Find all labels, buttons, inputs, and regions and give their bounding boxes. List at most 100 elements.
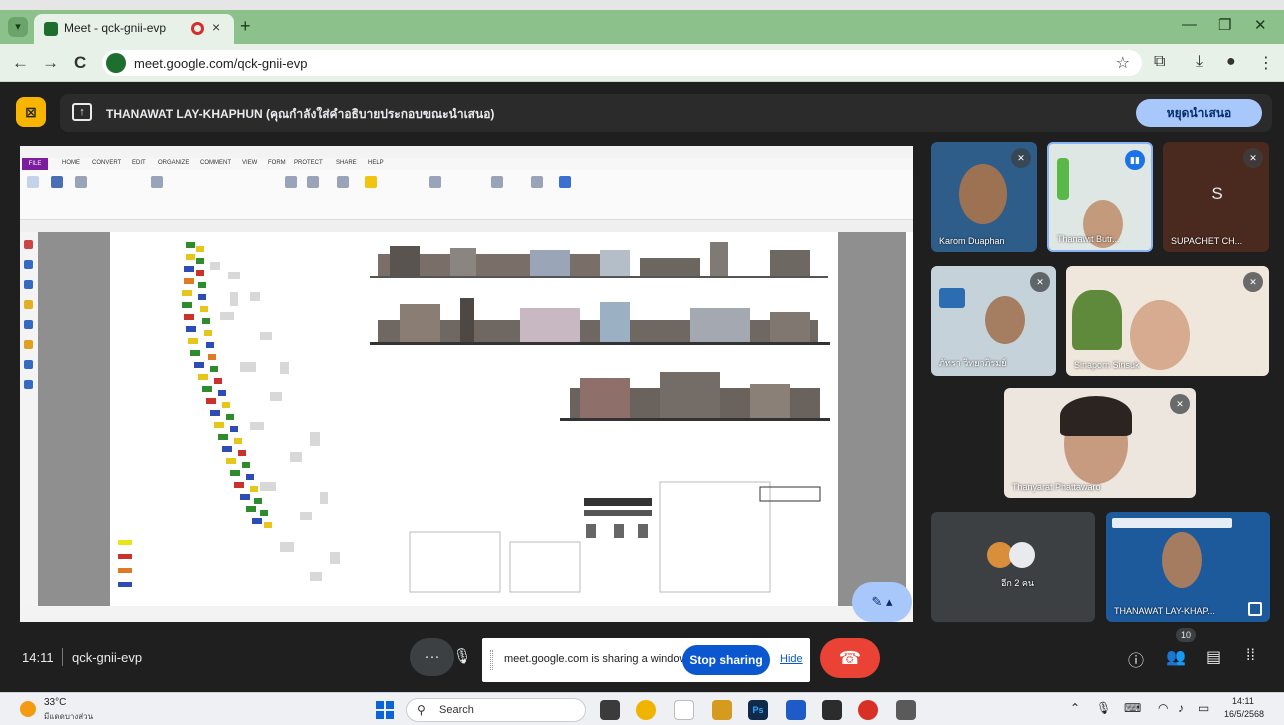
ribbon-tab-comment: COMMENT: [200, 160, 231, 166]
window-minimize-button[interactable]: —: [1182, 16, 1197, 33]
bookmark-panel-icon: [24, 240, 33, 249]
word-app-icon[interactable]: [786, 700, 806, 720]
participant-name: THANAWAT LAY-KHAP...: [1114, 606, 1215, 616]
self-view-minimize-icon[interactable]: [1248, 602, 1262, 616]
ribbon-tab-file: FILE: [22, 158, 48, 170]
menu-kebab-icon[interactable]: ⋮: [1258, 53, 1274, 73]
participant-name: Thanyarat Phattawaro: [1012, 482, 1101, 492]
activities-icon[interactable]: ⁞⁞: [1246, 647, 1255, 665]
ribbon-tab-convert: CONVERT: [92, 160, 122, 166]
browser-tab-meet[interactable]: Meet - qck-gnii-evp ×: [34, 14, 234, 44]
hide-link[interactable]: Hide: [780, 653, 803, 665]
leave-call-button[interactable]: ☎: [820, 638, 880, 678]
back-icon[interactable]: ←: [12, 53, 29, 73]
participant-video: [1060, 396, 1132, 436]
volume-icon[interactable]: ♪: [1178, 701, 1184, 715]
wifi-icon[interactable]: ◠: [1158, 701, 1168, 715]
presenting-badge-icon[interactable]: ⊠: [16, 97, 46, 127]
pdf-app-icon[interactable]: [858, 700, 878, 720]
browser-tab-strip: ▾ Meet - qck-gnii-evp × + — ❐ ✕: [0, 10, 1284, 44]
window-restore-button[interactable]: ❐: [1218, 16, 1231, 34]
photoshop-app-icon[interactable]: Ps: [748, 700, 768, 720]
tab-close-icon[interactable]: ×: [212, 19, 220, 35]
tray-chevron-icon[interactable]: ⌃: [1070, 701, 1080, 715]
shared-app-status-bar: [20, 606, 913, 622]
drag-handle-icon[interactable]: [490, 650, 493, 670]
mic-off-icon: ✕: [1243, 272, 1263, 292]
participant-video: [959, 164, 1007, 224]
street-elevation-figure: [370, 242, 830, 593]
share-message: meet.google.com is sharing a window.: [504, 653, 690, 665]
ribbon-tab-view: VIEW: [242, 160, 258, 166]
divider: [62, 648, 63, 666]
bookmark-star-icon[interactable]: ☆: [1116, 53, 1130, 73]
pages-panel-icon: [24, 260, 33, 269]
participant-count-badge: 10: [1176, 628, 1196, 642]
file-app-icon[interactable]: [674, 700, 694, 720]
participant-tile[interactable]: ✕ Karom Duaphan: [931, 142, 1037, 252]
app-icon[interactable]: [822, 700, 842, 720]
presentation-banner: ↑ THANAWAT LAY-KHAPHUN (คุณกำลังใส่คำอธิ…: [60, 94, 1272, 132]
new-tab-button[interactable]: +: [240, 16, 251, 37]
download-icon[interactable]: ⤓: [1196, 53, 1203, 71]
shared-app-titlebar: [20, 146, 913, 158]
shared-document-page: [110, 232, 838, 606]
participant-tile[interactable]: ✕ Thanyarat Phattawaro: [1004, 388, 1196, 498]
tab-title: Meet - qck-gnii-evp: [64, 21, 167, 35]
search-icon: ⚲: [417, 703, 426, 717]
taskbar-search-box[interactable]: ⚲ Search: [406, 698, 586, 722]
participant-video: [985, 296, 1025, 344]
windows-start-icon[interactable]: [376, 701, 394, 719]
taskbar-clock-date[interactable]: 16/5/2568: [1224, 709, 1264, 719]
screen-share-notification: meet.google.com is sharing a window. Sto…: [482, 638, 810, 682]
ribbon-tab-home: HOME: [62, 160, 80, 166]
weather-temperature: 33°C: [44, 697, 67, 708]
microphone-icon[interactable]: 🎙: [444, 638, 480, 676]
meeting-time: 14:11: [22, 650, 54, 665]
tray-microphone-icon[interactable]: 🎙: [1096, 701, 1111, 715]
reload-icon[interactable]: C: [74, 53, 86, 73]
participant-tile[interactable]: ✕ ภัทรา วิทยาภิรมย์: [931, 266, 1056, 376]
security-panel-icon: [24, 340, 33, 349]
annotation-pen-button[interactable]: ✎ ▴: [852, 582, 912, 622]
chat-icon[interactable]: ▤: [1206, 647, 1221, 667]
recording-indicator-icon: [191, 22, 204, 35]
chrome-app-icon[interactable]: [636, 700, 656, 720]
ribbon-link-icon: [526, 176, 548, 190]
stop-presenting-button[interactable]: หยุดนำเสนอ: [1136, 99, 1262, 127]
battery-icon[interactable]: ▭: [1198, 701, 1209, 715]
people-icon[interactable]: 👥: [1166, 647, 1186, 667]
ribbon-highlight-icon: [360, 176, 382, 190]
ribbon-edit-object-icon: [302, 176, 324, 190]
address-bar[interactable]: meet.google.com/qck-gnii-evp ☆: [102, 50, 1142, 76]
shared-app-left-toolbar: [20, 232, 38, 622]
shared-app-ribbon: [20, 170, 913, 220]
self-tile[interactable]: THANAWAT LAY-KHAP...: [1106, 512, 1270, 622]
taskbar-clock-time[interactable]: 14:11: [1232, 696, 1254, 706]
tab-search-button[interactable]: ▾: [8, 17, 28, 37]
extensions-icon[interactable]: ⧉: [1154, 53, 1165, 71]
forward-icon[interactable]: →: [42, 53, 59, 73]
participant-name: SUPACHET CH...: [1171, 236, 1243, 246]
tray-language-icon[interactable]: ⌨: [1124, 701, 1141, 715]
participant-avatar: S: [1211, 184, 1223, 203]
site-info-icon[interactable]: [106, 53, 126, 73]
ribbon-comment-icon: [486, 176, 508, 190]
others-tile[interactable]: อีก 2 คน: [931, 512, 1095, 622]
copilot-app-icon[interactable]: [600, 700, 620, 720]
stop-sharing-button[interactable]: Stop sharing: [682, 645, 770, 675]
profile-icon[interactable]: ●: [1226, 53, 1236, 71]
participant-video: [1057, 158, 1069, 200]
participant-tile[interactable]: ▮▮ Thanawit Butr...: [1047, 142, 1153, 252]
others-count-label: อีก 2 คน: [1001, 578, 1035, 588]
participant-tile[interactable]: ✕ Sinaporn Sinsuk: [1066, 266, 1269, 376]
app-icon[interactable]: [896, 700, 916, 720]
url-text: meet.google.com/qck-gnii-evp: [134, 56, 308, 71]
window-close-button[interactable]: ✕: [1254, 16, 1267, 34]
file-explorer-icon[interactable]: [712, 700, 732, 720]
participant-tile[interactable]: S ✕ SUPACHET CH...: [1163, 142, 1269, 252]
weather-sun-icon[interactable]: [20, 701, 36, 717]
participant-name: Sinaporn Sinsuk: [1074, 360, 1140, 370]
mic-off-icon: ✕: [1011, 148, 1031, 168]
meeting-info-icon[interactable]: ⓘ: [1128, 647, 1144, 671]
